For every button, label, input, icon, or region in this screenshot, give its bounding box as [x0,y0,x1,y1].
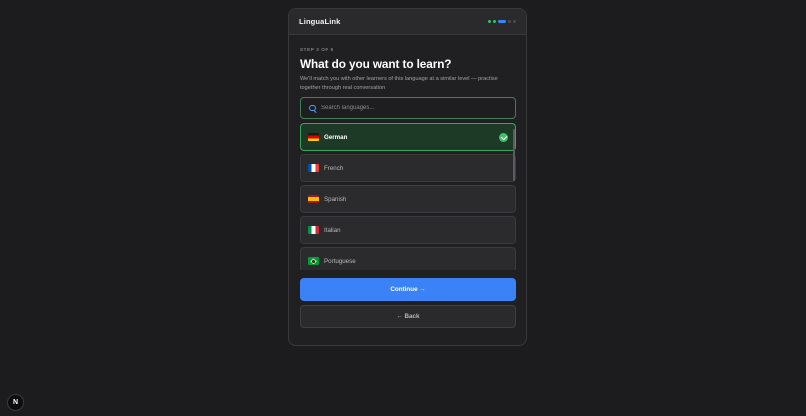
language-name: German [324,133,348,141]
selected-check-icon [499,133,508,143]
language-name: French [324,164,344,172]
language-option-french[interactable]: French [300,154,516,183]
brazil-flag-icon [308,257,319,266]
step-progress-indicator [488,20,516,23]
progress-step-2 [493,20,496,23]
germany-flag-icon [308,133,319,142]
brand-logo: LinguaLink [299,17,341,26]
france-flag-icon [308,164,319,173]
search-icon [308,104,317,113]
card-content: STEP 3 OF 5 What do you want to learn? W… [289,47,526,329]
language-list-scrollbar[interactable] [513,129,515,182]
page-subtitle: We'll match you with other learners of t… [300,76,498,91]
language-option-german[interactable]: German [300,123,516,152]
card-header: LinguaLink [289,9,526,35]
progress-step-1 [488,20,491,23]
continue-button[interactable]: Continue → [300,278,516,302]
page-title: What do you want to learn? [300,57,452,71]
progress-step-4 [508,20,511,23]
progress-step-3-current [498,20,506,23]
progress-step-5 [513,20,516,23]
italy-flag-icon [308,226,319,235]
spain-flag-icon [308,195,319,204]
language-name: Italian [324,226,341,234]
language-list-container[interactable]: German French Spanish Italian Portuguese [300,123,516,271]
language-name: Portuguese [324,257,356,265]
language-name: Spanish [324,195,347,203]
language-option-portuguese[interactable]: Portuguese [300,247,516,271]
onboarding-card: LinguaLink STEP 3 OF 5 What do you want … [288,8,527,346]
language-option-spanish[interactable]: Spanish [300,185,516,214]
search-input[interactable] [321,105,501,112]
step-label: STEP 3 OF 5 [300,47,334,52]
back-button[interactable]: ← Back [300,305,516,329]
language-list: German French Spanish Italian Portuguese [300,123,516,271]
language-search[interactable] [300,97,516,120]
devtools-badge-icon[interactable]: N [7,394,24,411]
language-option-italian[interactable]: Italian [300,216,516,245]
